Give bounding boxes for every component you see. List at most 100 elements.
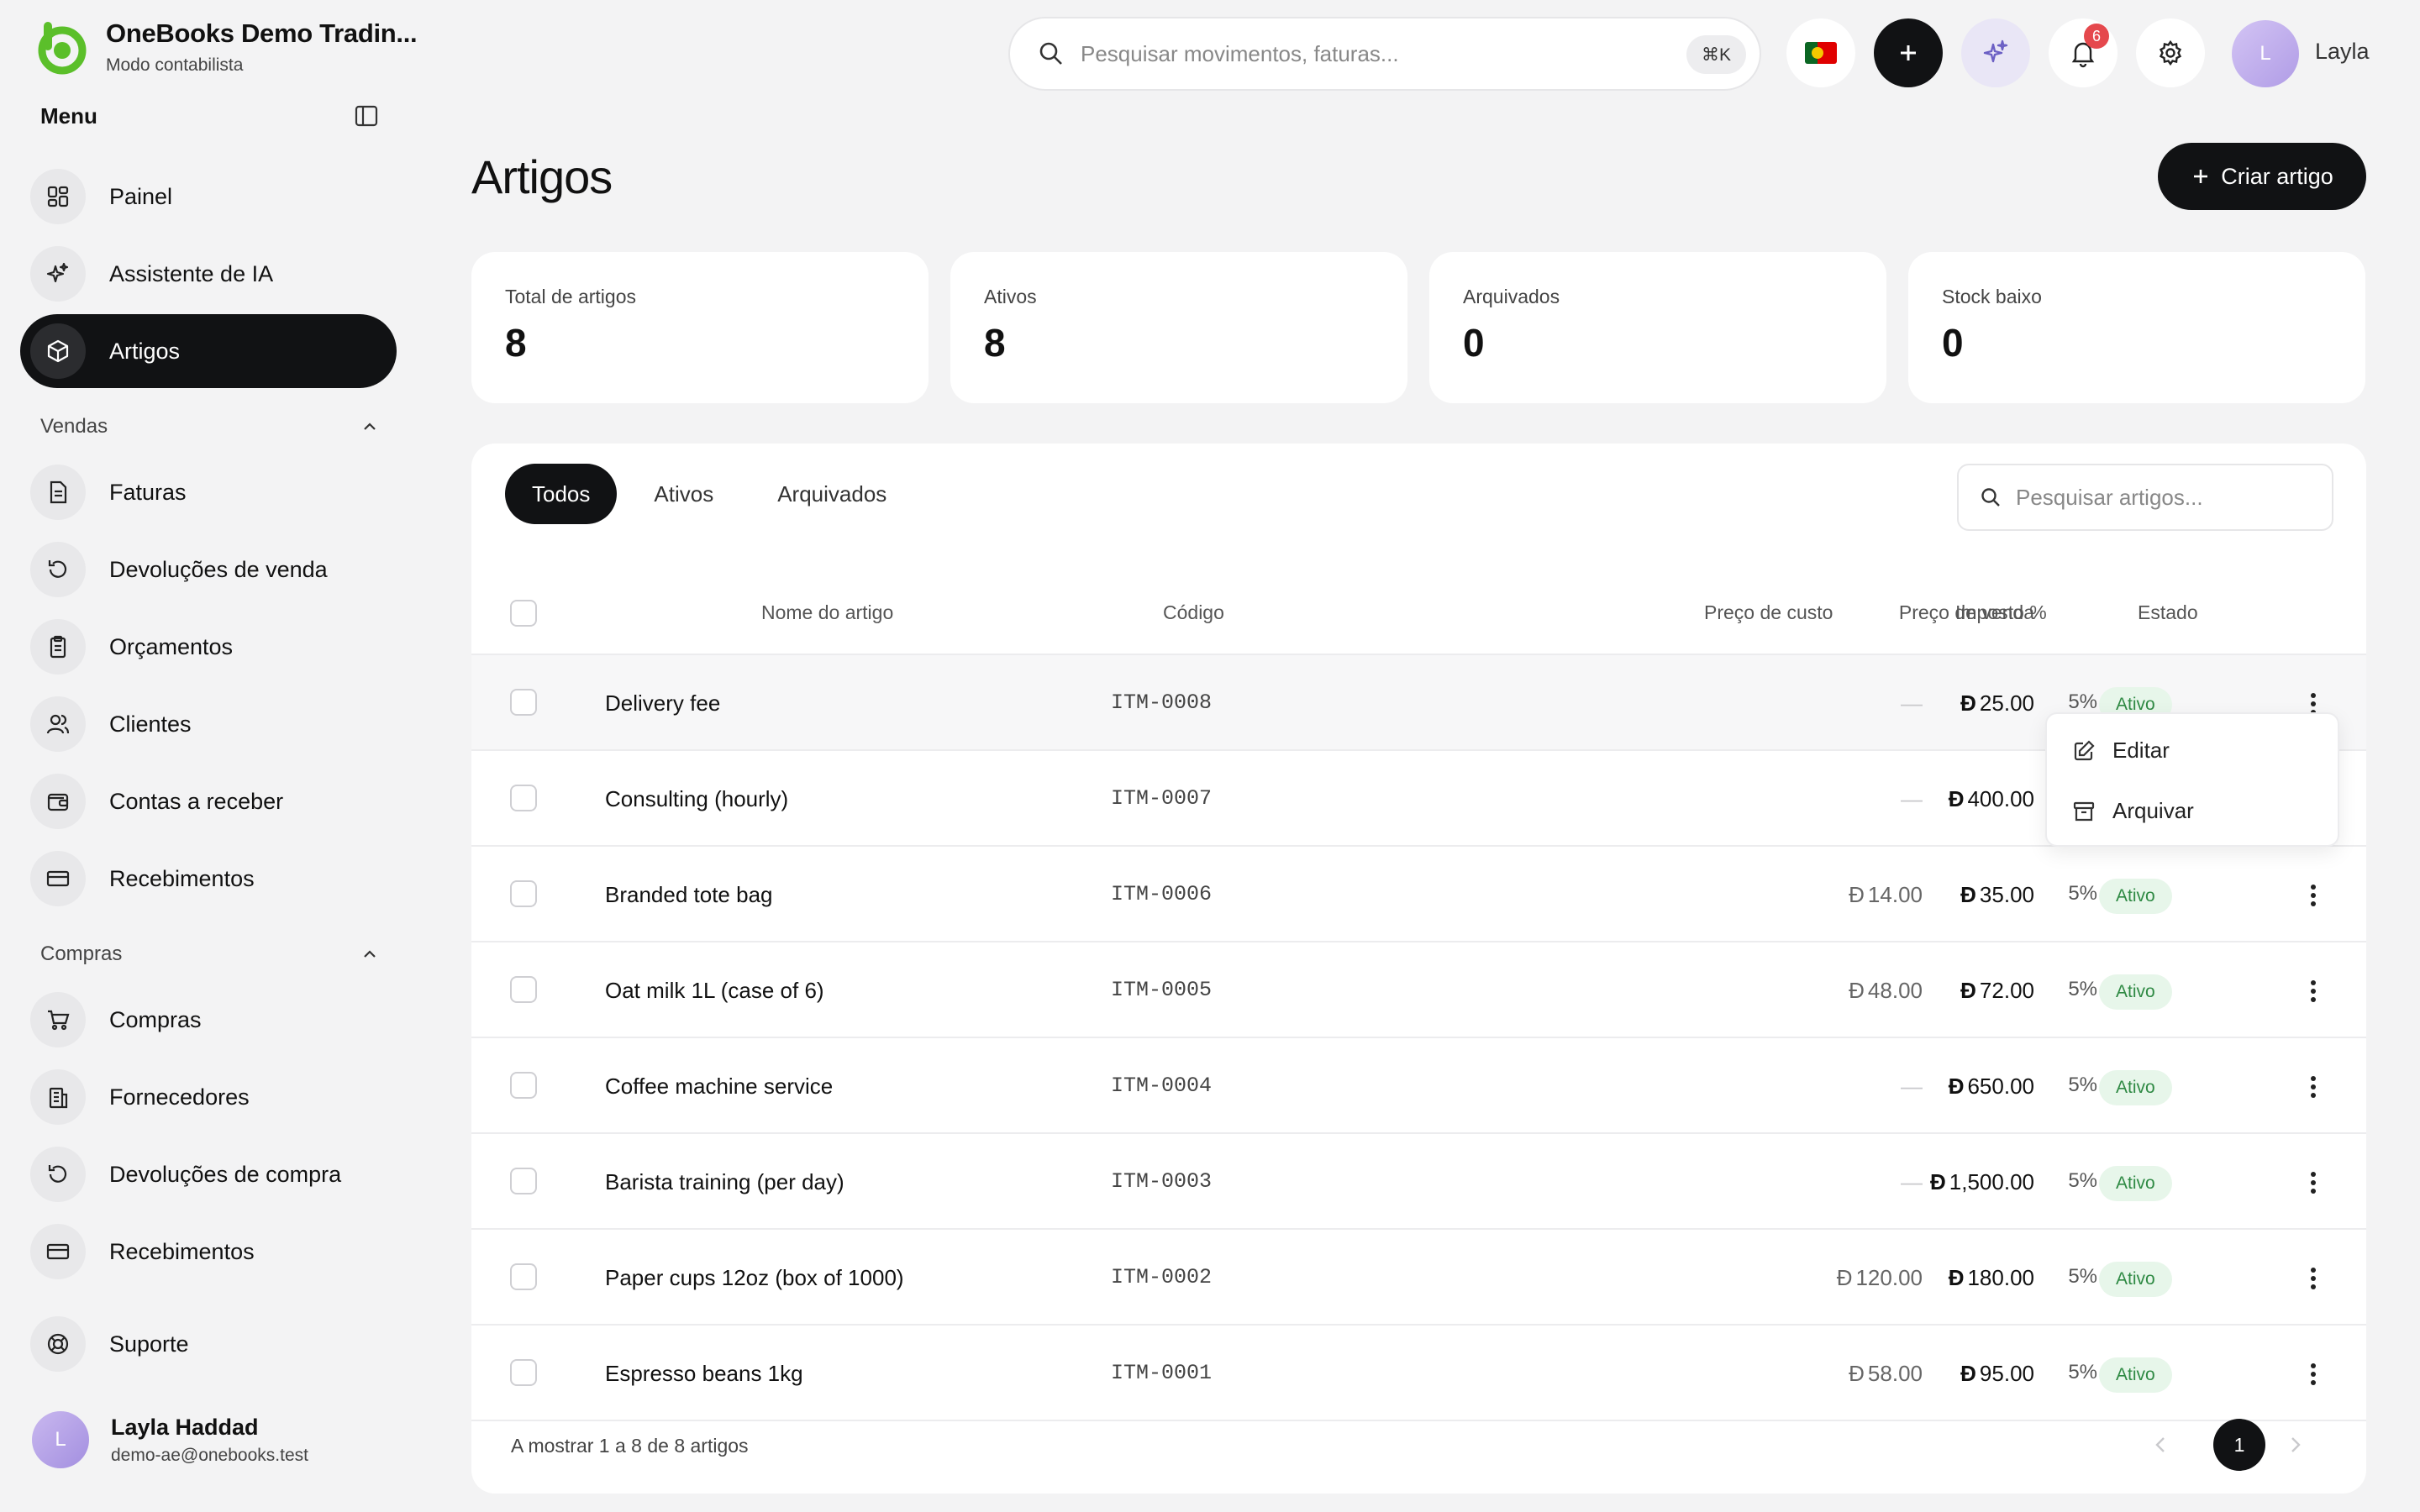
sidebar-item-orcamentos[interactable]: Orçamentos xyxy=(20,610,397,684)
create-item-label: Criar artigo xyxy=(2221,163,2333,189)
top-user-name[interactable]: Layla xyxy=(2315,39,2370,65)
currency-symbol: Ð xyxy=(1849,978,1865,1003)
clipboard-icon xyxy=(30,619,86,675)
chevron-up-icon[interactable] xyxy=(360,417,380,437)
stat-label: Total de artigos xyxy=(505,286,636,307)
sidebar-item-contas-receber[interactable]: Contas a receber xyxy=(20,764,397,838)
table-row[interactable]: Branded tote bag ITM-0006 Ð 35.00 Ð 14.00 5% At… xyxy=(471,847,2366,942)
column-cost-price-label[interactable]: Preço de custo xyxy=(1704,601,1833,624)
archive-menu-item[interactable]: Arquivar xyxy=(2072,798,2194,824)
sidebar-item-devolucoes-compra[interactable]: Devoluções de compra xyxy=(20,1137,397,1211)
stat-label: Arquivados xyxy=(1463,286,1560,307)
more-options-icon[interactable] xyxy=(2305,1262,2322,1295)
section-vendas-header[interactable]: Vendas xyxy=(40,415,380,438)
chevron-right-icon[interactable] xyxy=(2281,1431,2309,1459)
settings-button[interactable] xyxy=(2136,18,2205,87)
sidebar-item-recebimentos-venda[interactable]: Recebimentos xyxy=(20,842,397,916)
page-title: Artigos xyxy=(471,150,613,203)
currency-symbol: Ð xyxy=(1849,1361,1865,1386)
status-badge: Ativo xyxy=(2099,1166,2172,1201)
row-checkbox[interactable] xyxy=(510,785,537,811)
section-compras-header[interactable]: Compras xyxy=(40,942,380,966)
more-options-icon[interactable] xyxy=(2305,1357,2322,1391)
return-icon xyxy=(30,542,86,597)
status-badge: Ativo xyxy=(2099,974,2172,1010)
item-code: ITM-0005 xyxy=(1111,978,1213,1002)
status-badge: Ativo xyxy=(2099,1357,2172,1393)
row-checkbox[interactable] xyxy=(510,1072,537,1099)
sidebar-item-compras[interactable]: Compras xyxy=(20,983,397,1057)
table-row[interactable]: Coffee machine service ITM-0004 Ð 650.00—5%… xyxy=(471,1038,2366,1134)
sidebar-toggle-icon[interactable] xyxy=(353,102,380,129)
sidebar-item-assistente[interactable]: Assistente de IA xyxy=(20,237,397,311)
brand[interactable]: OneBooks Demo Tradin... Modo contabilist… xyxy=(32,18,418,76)
cost-amount: — xyxy=(1901,1074,1923,1099)
chevron-up-icon[interactable] xyxy=(360,944,380,964)
item-name: Espresso beans 1kg xyxy=(605,1361,803,1386)
row-checkbox[interactable] xyxy=(510,1263,537,1290)
dashboard-icon xyxy=(30,169,86,224)
more-options-icon[interactable] xyxy=(2305,879,2322,912)
archive-icon xyxy=(2073,801,2095,821)
item-tax: 5% xyxy=(2068,1265,2097,1288)
global-search[interactable]: ⌘K xyxy=(1008,17,1761,91)
brand-title: OneBooks Demo Tradin... xyxy=(106,18,418,48)
edit-menu-item[interactable]: Editar xyxy=(2072,738,2170,764)
items-search[interactable] xyxy=(1957,464,2333,531)
document-icon xyxy=(30,465,86,520)
sidebar-item-artigos[interactable]: Artigos xyxy=(20,314,397,388)
item-name: Delivery fee xyxy=(605,690,721,716)
sidebar-item-faturas[interactable]: Faturas xyxy=(20,455,397,529)
table-row[interactable]: Barista training (per day) ITM-0003 Ð 1,500… xyxy=(471,1134,2366,1230)
user-avatar[interactable]: L xyxy=(2232,20,2299,87)
column-name[interactable]: Nome do artigo xyxy=(761,601,893,624)
row-checkbox[interactable] xyxy=(510,880,537,907)
item-cost-price: — xyxy=(1704,786,1923,812)
more-options-icon[interactable] xyxy=(2305,1166,2322,1200)
sidebar-item-label: Fornecedores xyxy=(109,1084,250,1110)
create-item-button[interactable]: Criar artigo xyxy=(2158,143,2366,210)
more-options-icon[interactable] xyxy=(2305,974,2322,1008)
page-1-button[interactable]: 1 xyxy=(2213,1419,2265,1471)
row-checkbox[interactable] xyxy=(510,1168,537,1194)
table-row[interactable]: Paper cups 12oz (box of 1000) ITM-0002 Ð 18… xyxy=(471,1230,2366,1326)
column-status[interactable]: Estado xyxy=(2138,601,2198,624)
sidebar-item-clientes[interactable]: Clientes xyxy=(20,687,397,761)
global-search-input[interactable] xyxy=(1081,40,1660,67)
table-row[interactable]: Oat milk 1L (case of 6) ITM-0005 Ð 72.00 Ð 48… xyxy=(471,942,2366,1038)
filter-tabs: Todos Ativos Arquivados xyxy=(505,464,913,524)
table-row[interactable]: Espresso beans 1kg ITM-0001 Ð 95.00 Ð 58.00 5%… xyxy=(471,1326,2366,1421)
items-search-input[interactable] xyxy=(2016,484,2327,511)
stat-card-total: Total de artigos 8 xyxy=(471,252,929,403)
row-checkbox[interactable] xyxy=(510,689,537,716)
currency-symbol: Ð xyxy=(1948,1265,1965,1290)
sidebar-item-painel[interactable]: Painel xyxy=(20,160,397,234)
more-options-icon[interactable] xyxy=(2305,1070,2322,1104)
column-code[interactable]: Código xyxy=(1163,601,1224,624)
tab-todos[interactable]: Todos xyxy=(505,464,618,524)
item-cost-price: — xyxy=(1704,1169,1923,1195)
sidebar-item-recebimentos-compra[interactable]: Recebimentos xyxy=(20,1215,397,1289)
stat-card-archived: Arquivados 0 xyxy=(1429,252,1886,403)
language-button[interactable] xyxy=(1786,18,1855,87)
item-code: ITM-0001 xyxy=(1111,1361,1213,1385)
sidebar-user-card[interactable]: L Layla Haddad demo-ae@onebooks.test xyxy=(32,1411,308,1468)
quick-create-button[interactable] xyxy=(1874,18,1943,87)
sidebar-item-devolucoes-venda[interactable]: Devoluções de venda xyxy=(20,533,397,606)
item-tax: 5% xyxy=(2068,690,2097,713)
notifications-button[interactable]: 6 xyxy=(2049,18,2118,87)
select-all-checkbox[interactable] xyxy=(510,600,537,627)
item-name: Coffee machine service xyxy=(605,1074,834,1099)
section-vendas-title: Vendas xyxy=(40,415,108,438)
ai-assistant-button[interactable] xyxy=(1961,18,2030,87)
tab-arquivados[interactable]: Arquivados xyxy=(750,464,913,524)
column-tax[interactable]: Imposto % xyxy=(1955,601,2047,624)
item-cost-price: Ð 120.00 xyxy=(1704,1265,1923,1291)
row-checkbox[interactable] xyxy=(510,1359,537,1386)
sidebar-item-suporte[interactable]: Suporte xyxy=(20,1307,397,1381)
row-checkbox[interactable] xyxy=(510,976,537,1003)
chevron-left-icon[interactable] xyxy=(2147,1431,2175,1459)
tab-ativos[interactable]: Ativos xyxy=(627,464,740,524)
sidebar-item-label: Faturas xyxy=(109,479,187,505)
sidebar-item-fornecedores[interactable]: Fornecedores xyxy=(20,1060,397,1134)
